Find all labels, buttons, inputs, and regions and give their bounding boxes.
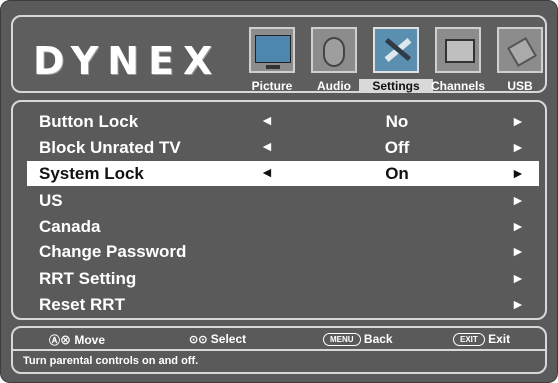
hint-exit: EXIT Exit [453, 332, 510, 346]
footer-divider [13, 349, 545, 351]
row-value: On [385, 164, 409, 183]
hint-select: ⊙⊙ Select [189, 332, 247, 346]
tab-audio[interactable]: Audio [303, 27, 365, 93]
menu-row-system-lock[interactable]: System Lock ◄ On ► [27, 161, 539, 186]
usb-icon [497, 27, 543, 73]
tools-icon [373, 27, 419, 73]
dynex-logo: DYNEX [33, 39, 222, 83]
speaker-icon [311, 27, 357, 73]
settings-menu-list: Button Lock ◄ No ► Block Unrated TV ◄ Of… [11, 100, 547, 320]
left-arrow-icon[interactable]: ◄ [260, 164, 274, 180]
right-arrow-icon[interactable]: ► [511, 270, 525, 286]
tab-usb[interactable]: USB [489, 27, 551, 93]
menu-row-us[interactable]: US ► [27, 188, 539, 213]
menu-button-icon: MENU [323, 333, 361, 346]
right-arrow-icon[interactable]: ► [511, 139, 525, 155]
left-right-icon: ⊙⊙ [189, 334, 208, 346]
up-down-icon: Ⓐ⊗ [49, 335, 71, 347]
exit-button-icon: EXIT [453, 333, 485, 346]
tab-settings[interactable]: Settings [359, 27, 433, 93]
menu-row-button-lock[interactable]: Button Lock ◄ No ► [27, 109, 539, 134]
left-arrow-icon[interactable]: ◄ [260, 138, 274, 154]
hint-back: MENU Back [323, 332, 393, 346]
osd-footer: Ⓐ⊗ Move ⊙⊙ Select MENU Back EXIT Exit Tu… [11, 326, 547, 374]
tv-osd-screen: DYNEX Picture Audio Settings Channels US… [0, 0, 558, 383]
menu-row-canada[interactable]: Canada ► [27, 214, 539, 239]
right-arrow-icon[interactable]: ► [511, 218, 525, 234]
menu-row-change-password[interactable]: Change Password ► [27, 239, 539, 264]
right-arrow-icon[interactable]: ► [511, 243, 525, 259]
tab-channels[interactable]: Channels [427, 27, 489, 93]
hint-move: Ⓐ⊗ Move [49, 333, 106, 347]
right-arrow-icon[interactable]: ► [511, 296, 525, 312]
osd-header: DYNEX Picture Audio Settings Channels US… [11, 15, 547, 93]
right-arrow-icon[interactable]: ► [511, 113, 525, 129]
row-value: No [385, 112, 409, 131]
channels-tv-icon [435, 27, 481, 73]
left-arrow-icon[interactable]: ◄ [260, 112, 274, 128]
right-arrow-icon[interactable]: ► [511, 165, 525, 181]
help-text: Turn parental controls on and off. [23, 355, 199, 367]
menu-row-block-unrated-tv[interactable]: Block Unrated TV ◄ Off ► [27, 135, 539, 160]
menu-row-rrt-setting[interactable]: RRT Setting ► [27, 266, 539, 291]
menu-tabs: Picture Audio Settings Channels USB [241, 27, 551, 93]
tv-picture-icon [249, 27, 295, 73]
tab-picture[interactable]: Picture [241, 27, 303, 93]
tab-usb-label: USB [507, 79, 533, 93]
menu-row-reset-rrt[interactable]: Reset RRT ► [27, 292, 539, 317]
right-arrow-icon[interactable]: ► [511, 192, 525, 208]
row-value: Off [384, 138, 410, 157]
